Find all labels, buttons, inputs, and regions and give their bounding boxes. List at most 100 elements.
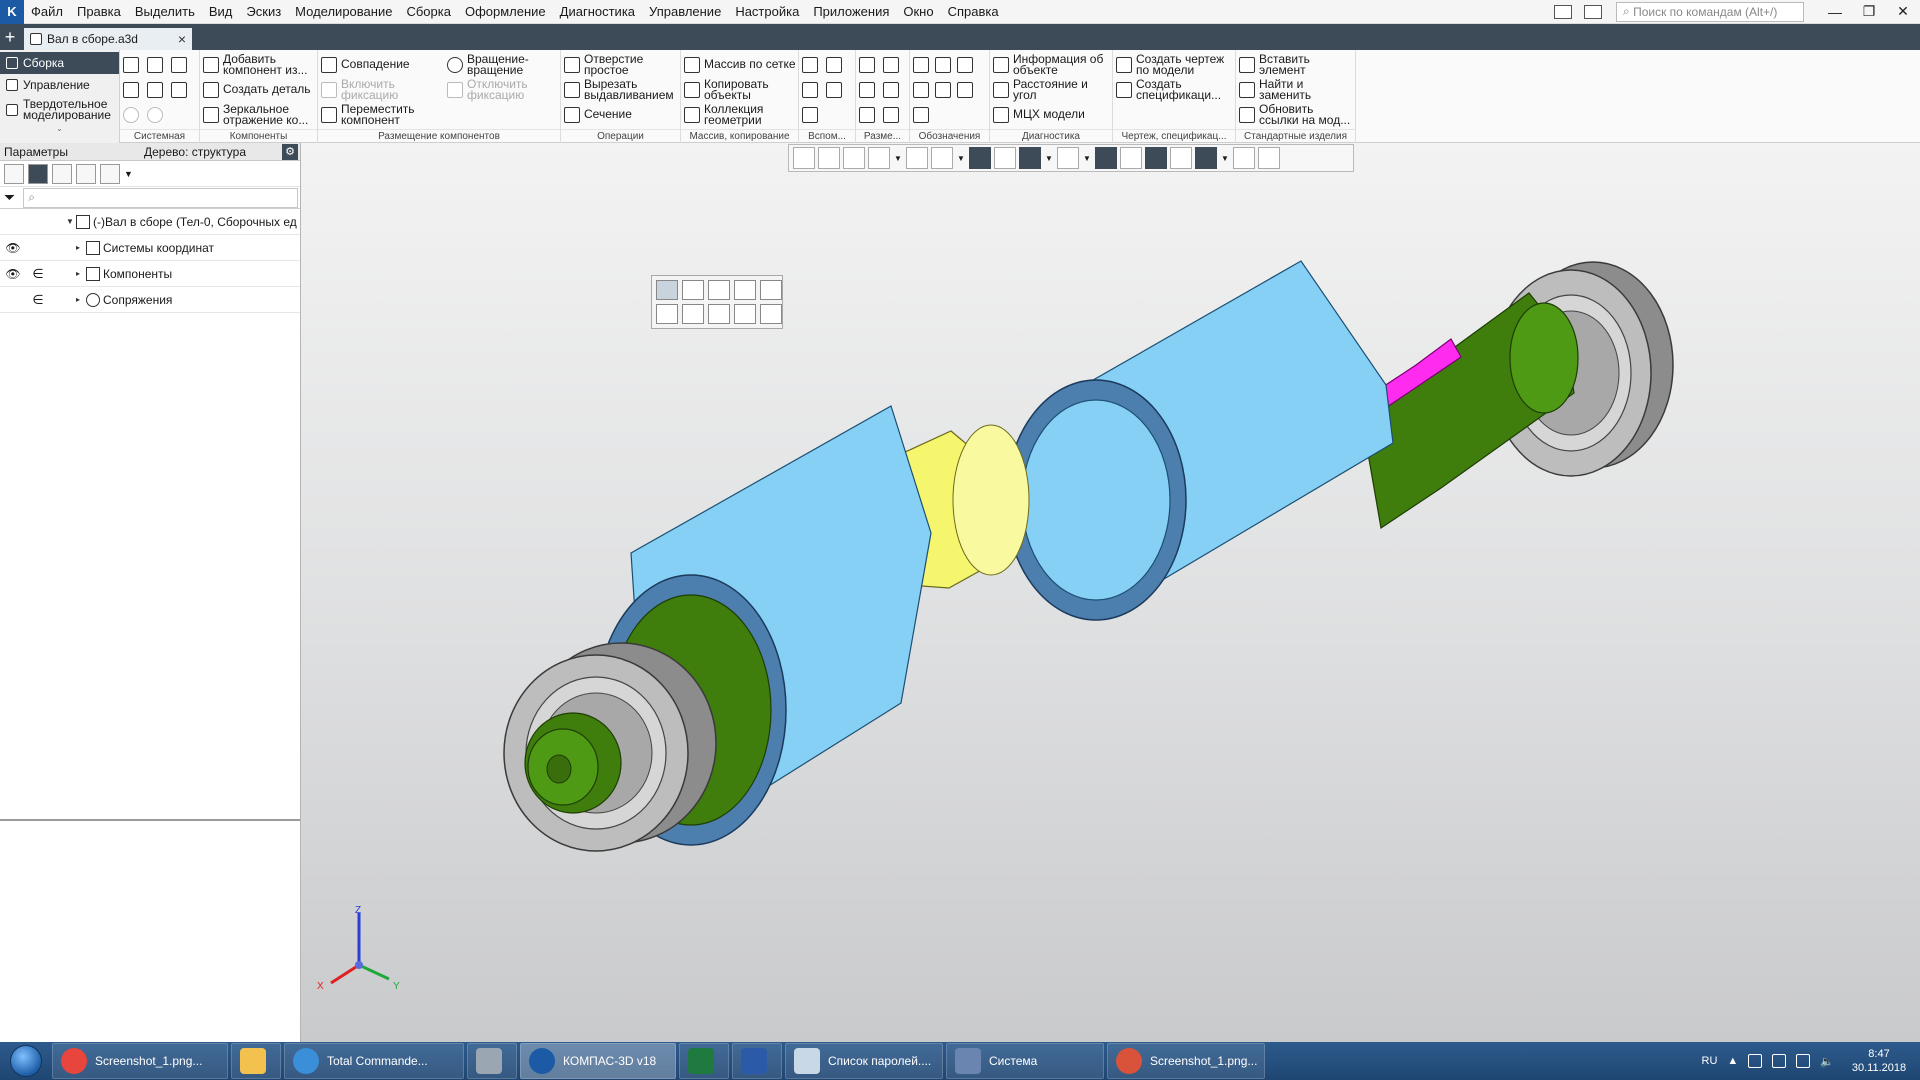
task-system[interactable]: Система: [946, 1043, 1104, 1079]
shaded-mode-icon[interactable]: [969, 147, 991, 169]
volume-icon[interactable]: 🔈: [1820, 1055, 1834, 1068]
dim-auto-icon[interactable]: [859, 106, 875, 123]
filter-dropdown-icon[interactable]: ▼: [1220, 154, 1230, 163]
menu-window[interactable]: Окно: [896, 0, 940, 24]
radial-dim-icon[interactable]: [859, 81, 875, 98]
new-file-icon[interactable]: [123, 56, 139, 73]
hide-dropdown-icon[interactable]: ▼: [1044, 154, 1054, 163]
view-outline-icon[interactable]: [708, 280, 730, 300]
expand-modes-icon[interactable]: ⌄: [0, 124, 119, 133]
view-save-icon[interactable]: [734, 303, 756, 324]
include-icon[interactable]: ∈: [26, 292, 50, 308]
eye-icon[interactable]: 👁: [0, 267, 26, 281]
save-icon[interactable]: [171, 56, 187, 73]
tree-row-coordinate-systems[interactable]: 👁 ▸ Системы координат: [0, 235, 300, 261]
simple-hole-button[interactable]: Отверстие простое: [564, 52, 677, 77]
open-file-icon[interactable]: [147, 56, 163, 73]
pan-icon[interactable]: [906, 147, 928, 169]
insert-element-button[interactable]: Вставить элемент: [1239, 52, 1352, 77]
angle-dim-icon[interactable]: [883, 56, 899, 73]
task-excel[interactable]: [679, 1043, 729, 1079]
menu-edit[interactable]: Правка: [70, 0, 128, 24]
menu-design[interactable]: Оформление: [458, 0, 553, 24]
screenshot-icon[interactable]: [1584, 4, 1602, 19]
shaft-assembly-model[interactable]: [301, 143, 1920, 1042]
3d-viewport[interactable]: ▼ ▼ ▼ ▼ ▼ Z X Y: [301, 143, 1920, 1042]
start-button[interactable]: [0, 1042, 52, 1080]
language-indicator[interactable]: RU: [1702, 1055, 1718, 1067]
mode-management[interactable]: Управление: [0, 74, 119, 96]
create-spec-button[interactable]: Создать спецификаци...: [1116, 77, 1232, 102]
roughness-icon[interactable]: [935, 56, 951, 73]
aux-plane-icon[interactable]: [802, 56, 818, 73]
task-total-commander[interactable]: Total Commande...: [284, 1043, 464, 1079]
shaft-right-section[interactable]: [1360, 292, 1579, 530]
render-icon[interactable]: [1170, 147, 1192, 169]
rotation-rotation-button[interactable]: Вращение-вращение: [447, 52, 557, 77]
mode-assembly[interactable]: Сборка: [0, 52, 119, 74]
eye-icon[interactable]: 👁: [0, 241, 26, 255]
move-component-button[interactable]: Переместить компонент: [321, 102, 439, 127]
tree-row-mates[interactable]: ∈ ▸ Сопряжения: [0, 287, 300, 313]
aux-cs-icon[interactable]: [826, 81, 842, 98]
tab-tree-structure[interactable]: Дерево: структура: [140, 145, 246, 159]
filter-icon[interactable]: ⏷: [4, 189, 15, 206]
task-explorer[interactable]: [231, 1043, 281, 1079]
sketch-icon[interactable]: [1258, 147, 1280, 169]
menu-file[interactable]: Файл: [24, 0, 70, 24]
tab-parameters[interactable]: Параметры: [0, 145, 140, 159]
zoom-icon[interactable]: [868, 147, 890, 169]
save-all-icon[interactable]: [171, 81, 187, 98]
undo-icon[interactable]: [123, 106, 139, 123]
hide-icon[interactable]: [1019, 147, 1041, 169]
panel-divider[interactable]: [0, 819, 300, 821]
view-rotate-icon[interactable]: [656, 303, 678, 324]
menu-sketch[interactable]: Эскиз: [239, 0, 288, 24]
tree-filter-input[interactable]: ⌕: [23, 187, 298, 208]
position-icon[interactable]: [957, 81, 973, 98]
distance-angle-button[interactable]: Расстояние и угол: [993, 77, 1109, 102]
menu-modeling[interactable]: Моделирование: [288, 0, 399, 24]
restore-button[interactable]: ❐: [1852, 0, 1886, 24]
view-grid-icon[interactable]: [793, 147, 815, 169]
menu-select[interactable]: Выделить: [128, 0, 202, 24]
orientation-icon[interactable]: [931, 147, 953, 169]
menu-view[interactable]: Вид: [202, 0, 240, 24]
include-icon[interactable]: ∈: [26, 266, 50, 282]
view-normal-icon[interactable]: [760, 303, 782, 324]
menu-diagnostics[interactable]: Диагностика: [553, 0, 642, 24]
tree-sort-icon[interactable]: [100, 163, 120, 184]
view-cs2-icon[interactable]: [843, 147, 865, 169]
view-zoom-icon[interactable]: [760, 280, 782, 300]
right-gear[interactable]: [1005, 260, 1394, 621]
view-hidden-icon[interactable]: [734, 280, 756, 300]
power-icon[interactable]: [1796, 1054, 1811, 1068]
tolerance-icon[interactable]: [913, 81, 929, 98]
mark-icon[interactable]: [935, 81, 951, 98]
print-preview-icon[interactable]: [147, 81, 163, 98]
task-chrome[interactable]: Screenshot_1.png...: [52, 1043, 228, 1079]
flag-icon[interactable]: [1748, 1054, 1763, 1068]
expand-arrow-icon[interactable]: ▸: [76, 295, 86, 304]
copy-objects-button[interactable]: Копировать объекты: [684, 77, 795, 102]
tree-list-icon[interactable]: [28, 163, 48, 184]
task-word[interactable]: [732, 1043, 782, 1079]
update-links-button[interactable]: Обновить ссылки на мод...: [1239, 102, 1352, 127]
perspective-icon[interactable]: [1145, 147, 1167, 169]
object-info-button[interactable]: Информация об объекте: [993, 52, 1109, 77]
coincidence-button[interactable]: Совпадение: [321, 52, 439, 77]
find-replace-button[interactable]: Найти и заменить: [1239, 77, 1352, 102]
aux-axis-icon[interactable]: [826, 56, 842, 73]
aux-point-icon[interactable]: [802, 81, 818, 98]
task-notepad[interactable]: Список паролей....: [785, 1043, 943, 1079]
base-icon[interactable]: [957, 56, 973, 73]
view-iso-icon[interactable]: [656, 280, 678, 300]
view-cs-icon[interactable]: [818, 147, 840, 169]
disable-fixation-button[interactable]: Отключить фиксацию: [447, 77, 557, 102]
menu-settings[interactable]: Настройка: [728, 0, 806, 24]
view-shaded-icon[interactable]: [682, 280, 704, 300]
command-search-input[interactable]: ⌕ Поиск по командам (Alt+/): [1616, 1, 1804, 22]
add-component-button[interactable]: Добавить компонент из...: [203, 52, 314, 77]
menu-help[interactable]: Справка: [941, 0, 1006, 24]
thread-icon[interactable]: [913, 106, 929, 123]
